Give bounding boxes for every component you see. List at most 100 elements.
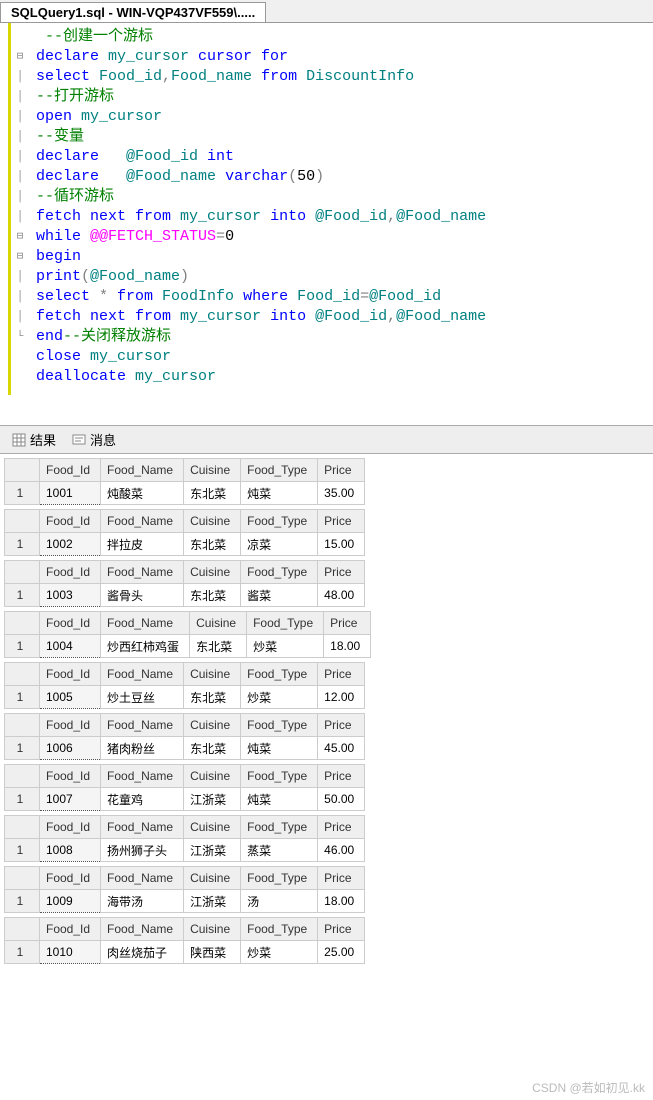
code-line[interactable]: └ end--关闭释放游标	[11, 327, 653, 347]
code-line[interactable]: │ select Food_id,Food_name from Discount…	[11, 67, 653, 87]
column-header[interactable]: Price	[318, 714, 365, 737]
cell[interactable]: 46.00	[318, 839, 365, 862]
cell[interactable]: 1003	[40, 584, 101, 607]
fold-gutter[interactable]: ⊟	[13, 47, 27, 67]
cell[interactable]: 肉丝烧茄子	[101, 941, 184, 964]
cell[interactable]: 酱菜	[241, 584, 318, 607]
row-number[interactable]: 1	[5, 584, 40, 607]
cell[interactable]: 江浙菜	[184, 890, 241, 913]
table-row[interactable]: 11002拌拉皮东北菜凉菜15.00	[5, 533, 365, 556]
cell[interactable]: 1007	[40, 788, 101, 811]
column-header[interactable]: Cuisine	[184, 510, 241, 533]
column-header[interactable]: Price	[318, 459, 365, 482]
cell[interactable]: 1006	[40, 737, 101, 760]
code-line[interactable]: ⊟ declare my_cursor cursor for	[11, 47, 653, 67]
cell[interactable]: 12.00	[318, 686, 365, 709]
table-row[interactable]: 11009海带汤江浙菜汤18.00	[5, 890, 365, 913]
column-header[interactable]: Food_Name	[101, 561, 184, 584]
column-header[interactable]: Cuisine	[184, 714, 241, 737]
column-header[interactable]: Food_Id	[40, 510, 101, 533]
fold-gutter[interactable]	[13, 367, 27, 387]
fold-gutter[interactable]: │	[13, 167, 27, 187]
column-header[interactable]: Food_Id	[40, 459, 101, 482]
cell[interactable]: 汤	[241, 890, 318, 913]
column-header[interactable]: Food_Id	[40, 714, 101, 737]
cell[interactable]: 25.00	[318, 941, 365, 964]
code-line[interactable]: │ --变量	[11, 127, 653, 147]
code-line[interactable]: │ select * from FoodInfo where Food_id=@…	[11, 287, 653, 307]
code-line[interactable]: --创建一个游标	[11, 27, 653, 47]
table-row[interactable]: 11003酱骨头东北菜酱菜48.00	[5, 584, 365, 607]
cell[interactable]: 东北菜	[184, 584, 241, 607]
code-line[interactable]: │ --打开游标	[11, 87, 653, 107]
cell[interactable]: 江浙菜	[184, 788, 241, 811]
column-header[interactable]: Food_Type	[241, 459, 318, 482]
results-tab[interactable]: 结果	[6, 428, 62, 451]
code-line[interactable]: │ declare @Food_name varchar(50)	[11, 167, 653, 187]
column-header[interactable]: Cuisine	[190, 612, 247, 635]
column-header[interactable]: Food_Id	[40, 663, 101, 686]
column-header[interactable]: Cuisine	[184, 459, 241, 482]
column-header[interactable]: Food_Id	[40, 816, 101, 839]
fold-gutter[interactable]	[13, 347, 27, 367]
column-header[interactable]: Price	[318, 561, 365, 584]
cell[interactable]: 45.00	[318, 737, 365, 760]
column-header[interactable]: Price	[318, 918, 365, 941]
code-line[interactable]: close my_cursor	[11, 347, 653, 367]
cell[interactable]: 1002	[40, 533, 101, 556]
column-header[interactable]: Price	[318, 816, 365, 839]
cell[interactable]: 15.00	[318, 533, 365, 556]
row-number[interactable]: 1	[5, 635, 40, 658]
cell[interactable]: 陕西菜	[184, 941, 241, 964]
column-header[interactable]: Food_Name	[101, 714, 184, 737]
column-header[interactable]: Food_Name	[101, 612, 190, 635]
cell[interactable]: 扬州狮子头	[101, 839, 184, 862]
cell[interactable]: 酱骨头	[101, 584, 184, 607]
code-line[interactable]: ⊟ begin	[11, 247, 653, 267]
cell[interactable]: 东北菜	[184, 737, 241, 760]
table-row[interactable]: 11001炖酸菜东北菜炖菜35.00	[5, 482, 365, 505]
cell[interactable]: 东北菜	[184, 533, 241, 556]
fold-gutter[interactable]: │	[13, 207, 27, 227]
column-header[interactable]: Price	[318, 867, 365, 890]
table-row[interactable]: 11008扬州狮子头江浙菜蒸菜46.00	[5, 839, 365, 862]
column-header[interactable]: Cuisine	[184, 561, 241, 584]
column-header[interactable]: Food_Type	[241, 918, 318, 941]
fold-gutter[interactable]: │	[13, 287, 27, 307]
code-line[interactable]: │ fetch next from my_cursor into @Food_i…	[11, 207, 653, 227]
code-line[interactable]: │ --循环游标	[11, 187, 653, 207]
fold-gutter[interactable]: │	[13, 187, 27, 207]
cell[interactable]: 1005	[40, 686, 101, 709]
column-header[interactable]: Cuisine	[184, 867, 241, 890]
cell[interactable]: 50.00	[318, 788, 365, 811]
column-header[interactable]: Food_Name	[101, 459, 184, 482]
fold-gutter[interactable]: │	[13, 127, 27, 147]
cell[interactable]: 1009	[40, 890, 101, 913]
column-header[interactable]: Food_Name	[101, 765, 184, 788]
cell[interactable]: 1004	[40, 635, 101, 658]
column-header[interactable]: Food_Type	[241, 765, 318, 788]
column-header[interactable]: Food_Name	[101, 867, 184, 890]
cell[interactable]: 拌拉皮	[101, 533, 184, 556]
column-header[interactable]: Food_Id	[40, 561, 101, 584]
cell[interactable]: 炖菜	[241, 788, 318, 811]
code-line[interactable]: │ open my_cursor	[11, 107, 653, 127]
fold-gutter[interactable]: │	[13, 67, 27, 87]
column-header[interactable]: Food_Id	[40, 918, 101, 941]
row-number[interactable]: 1	[5, 890, 40, 913]
cell[interactable]: 海带汤	[101, 890, 184, 913]
cell[interactable]: 东北菜	[184, 686, 241, 709]
code-line[interactable]: │ declare @Food_id int	[11, 147, 653, 167]
messages-tab[interactable]: 消息	[66, 428, 122, 451]
table-row[interactable]: 11004炒西红柿鸡蛋东北菜炒菜18.00	[5, 635, 371, 658]
column-header[interactable]: Cuisine	[184, 816, 241, 839]
fold-gutter[interactable]: │	[13, 267, 27, 287]
cell[interactable]: 35.00	[318, 482, 365, 505]
row-number[interactable]: 1	[5, 788, 40, 811]
code-line[interactable]: deallocate my_cursor	[11, 367, 653, 387]
row-number[interactable]: 1	[5, 737, 40, 760]
column-header[interactable]: Food_Name	[101, 918, 184, 941]
column-header[interactable]: Food_Name	[101, 663, 184, 686]
column-header[interactable]: Food_Id	[40, 867, 101, 890]
fold-gutter[interactable]: │	[13, 107, 27, 127]
